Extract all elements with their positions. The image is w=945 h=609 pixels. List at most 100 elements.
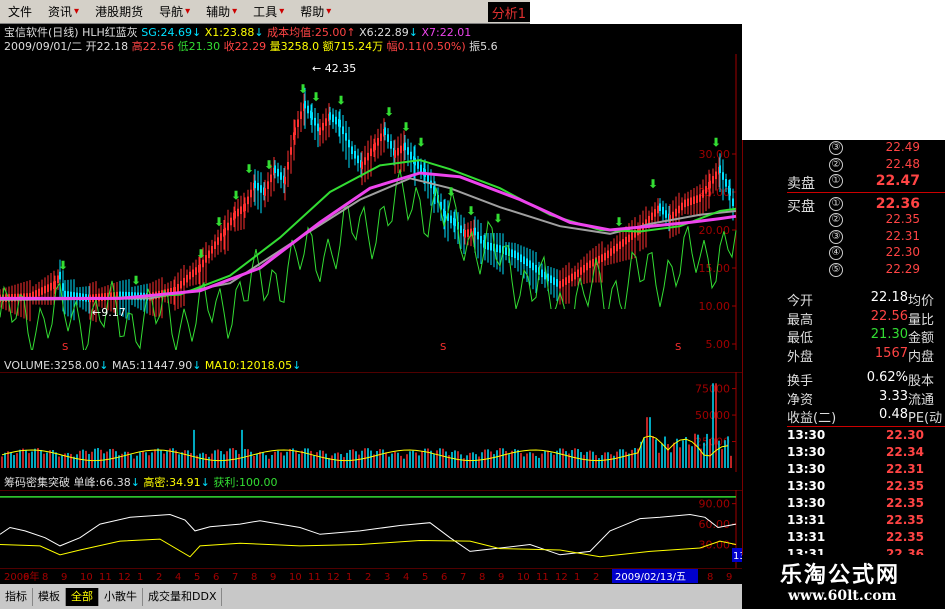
- chevron-down-icon: ▾: [326, 6, 332, 17]
- stat-label: 最低: [787, 331, 814, 346]
- candle-body: [254, 180, 256, 189]
- candle-body: [195, 267, 197, 275]
- stat-value: 0.48: [879, 407, 908, 422]
- arrow-down-icon: ↓: [254, 26, 264, 39]
- menu-assist[interactable]: 辅助 ▾: [198, 0, 245, 24]
- candle-body: [628, 234, 630, 243]
- arrow-down-icon: ↓: [130, 476, 140, 489]
- profit-value: 获利:100.00: [213, 476, 278, 489]
- tick-time: 13:30: [787, 428, 826, 442]
- candle-body: [367, 152, 369, 161]
- candle-body: [217, 237, 219, 245]
- menu-news[interactable]: 资讯 ▾: [40, 0, 87, 24]
- candle-body: [607, 250, 609, 259]
- menu-navigation[interactable]: 导航 ▾: [151, 0, 198, 24]
- split-marker-icon: S: [440, 342, 446, 350]
- candle-body: [514, 250, 516, 259]
- bar-date: 2009/09/01/二: [4, 40, 83, 53]
- candle-body: [57, 275, 59, 284]
- candle-body: [480, 235, 482, 244]
- buy-signal-icon: ⬇: [58, 259, 68, 273]
- candle-body: [610, 248, 612, 256]
- date-tick-label: 4: [175, 572, 181, 583]
- candle-body: [420, 164, 422, 173]
- chart-area[interactable]: 宝信软件(日线) HLH红蓝灰 SG:24.69↓ X1:23.88↓ 成本均值…: [0, 24, 742, 584]
- chevron-down-icon: ▾: [279, 6, 285, 17]
- change-value: 幅0.11(0.50%): [386, 40, 466, 53]
- volume-chart[interactable]: 750005000025000: [0, 372, 742, 472]
- low-price-label: ←9.17: [92, 306, 126, 319]
- menu-assist-label: 辅助: [206, 5, 231, 19]
- x7-value: X7:22.01: [421, 26, 472, 39]
- tab-small-bull[interactable]: 小散牛: [99, 587, 143, 606]
- tab-template[interactable]: 模板: [33, 587, 66, 606]
- date-tick-label: 12: [118, 572, 131, 583]
- chevron-down-icon: ▾: [74, 6, 80, 17]
- watermark-title: 乐淘公式网: [780, 562, 901, 588]
- single-peak-value: 单峰:66.38: [73, 476, 131, 489]
- candle-body: [672, 211, 674, 220]
- analysis-tab[interactable]: 分析1: [487, 2, 530, 22]
- x6-value: X6:22.89: [359, 26, 409, 39]
- candle-body: [329, 112, 331, 120]
- candle-body: [574, 271, 576, 280]
- candle-body: [199, 264, 201, 272]
- candle-body: [535, 264, 537, 273]
- candle-body: [580, 267, 582, 275]
- date-tick-label: 2: [156, 572, 162, 583]
- tab-indicator[interactable]: 指标: [0, 587, 33, 606]
- candle-body: [556, 279, 558, 287]
- candle-body: [604, 252, 606, 261]
- level-price: 22.29: [885, 261, 920, 276]
- candle-body: [467, 229, 469, 237]
- buy-level-row: ② 22.35: [743, 212, 945, 228]
- candle-body: [487, 242, 489, 250]
- buy-level-row: ⑤ 22.29: [743, 262, 945, 278]
- arrow-down-icon: ↓: [191, 26, 202, 39]
- candle-body: [712, 176, 714, 184]
- candle-body: [264, 188, 266, 196]
- date-tick-label: 5: [194, 572, 200, 583]
- candle-body: [230, 217, 232, 226]
- tick-row: 13:30 22.30: [787, 428, 945, 445]
- candle-body: [348, 139, 350, 148]
- candle-body: [394, 150, 396, 158]
- menu-hk-futures[interactable]: 港股期货: [87, 0, 151, 24]
- high-dense-value: 高密:34.91: [143, 476, 201, 489]
- candle-body: [490, 242, 492, 251]
- indicator-chart[interactable]: 90.0060.0030.0013.: [0, 490, 742, 568]
- price-chart[interactable]: 30.0025.0020.0015.0010.005.00⬇⬇⬇⬇⬇⬇ ⬇⬇⬇ ⬇⬇…: [0, 54, 742, 350]
- tab-volume-ddx[interactable]: 成交量和DDX: [143, 587, 223, 606]
- candle-body: [699, 194, 701, 202]
- date-tick-label: 8: [42, 572, 48, 583]
- buy-signal-icon: ⬇: [131, 274, 141, 288]
- tick-row: 13:30 22.31: [787, 462, 945, 479]
- candle-body: [270, 174, 272, 183]
- stat-row: 净资 3.33 流通: [787, 389, 945, 408]
- stat-value: 22.56: [870, 308, 908, 324]
- date-tick-label: 12: [555, 572, 568, 583]
- menu-file[interactable]: 文件: [0, 0, 40, 24]
- bottom-tabs: 指标 模板 全部 小散牛 成交量和DDX: [0, 584, 742, 609]
- tab-all[interactable]: 全部: [66, 587, 99, 606]
- menu-help[interactable]: 帮助 ▾: [292, 0, 339, 24]
- candle-body: [287, 161, 289, 170]
- candle-body: [654, 209, 656, 217]
- menu-tools[interactable]: 工具 ▾: [245, 0, 292, 24]
- candle-body: [307, 105, 309, 114]
- candle-body: [665, 210, 667, 218]
- candle-body: [464, 230, 466, 238]
- candle-body: [505, 247, 507, 255]
- candle-body: [214, 241, 216, 249]
- date-axis: 2009年6 8 9 10 11 12 1 2 4 5 6 7 8 9 10 11 12 1 2 3 4 5 6 7 8 9 10 1…: [0, 568, 742, 584]
- buy-signal-icon: ⬇: [264, 158, 274, 172]
- candle-body: [496, 244, 498, 253]
- candle-body: [577, 269, 579, 278]
- candle-body: [460, 225, 462, 234]
- candle-body: [684, 199, 686, 208]
- candle-body: [586, 262, 588, 271]
- stat-label: 换手: [787, 374, 814, 389]
- buy-level-row: ④ 22.30: [743, 245, 945, 261]
- candle-body: [526, 258, 528, 267]
- candle-body: [227, 222, 229, 231]
